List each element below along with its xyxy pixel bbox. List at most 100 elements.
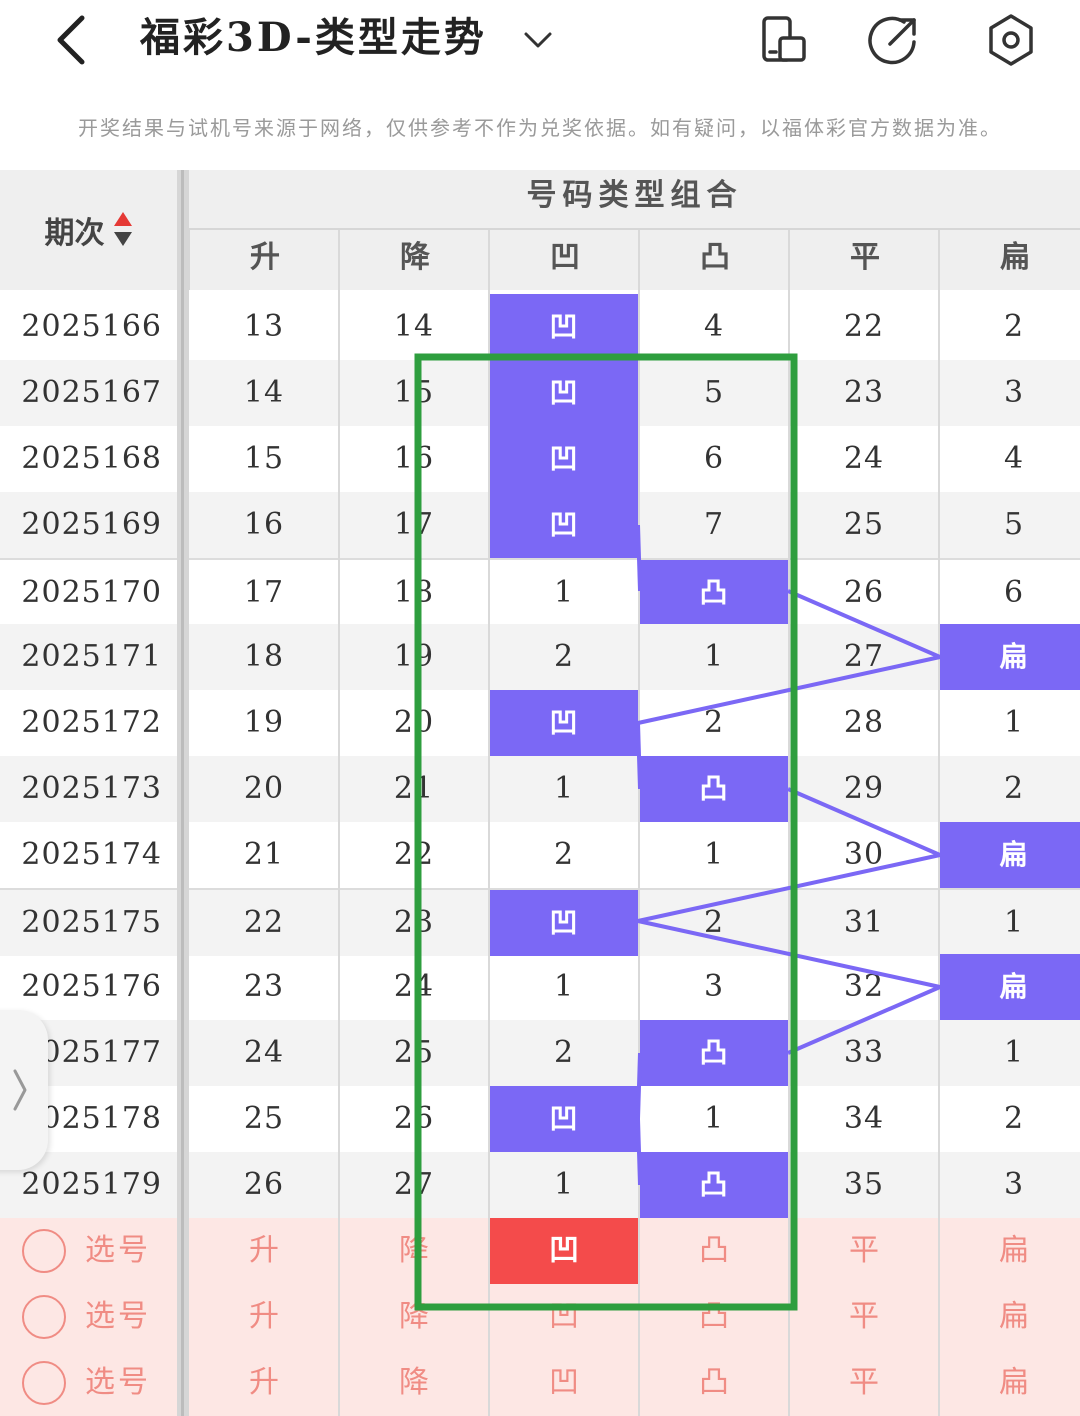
value-cell: 28 (843, 705, 885, 740)
select-option[interactable]: 凸 (640, 1284, 788, 1350)
select-option[interactable]: 扁 (940, 1350, 1080, 1416)
select-option[interactable]: 升 (190, 1218, 338, 1284)
highlighted-cell: 凹 (490, 890, 638, 956)
table-row: 2025172 19 20 凹 2 28 1 (0, 690, 1080, 756)
back-arrow-icon[interactable] (50, 12, 94, 68)
value-cell: 31 (843, 905, 885, 940)
column-header: 降 (338, 230, 490, 290)
table-row: 2025167 14 15 凹 5 23 3 (0, 360, 1080, 426)
select-option[interactable]: 凸 (640, 1350, 788, 1416)
value-cell: 1 (1003, 905, 1025, 940)
select-radio[interactable] (22, 1361, 66, 1405)
select-option[interactable]: 平 (790, 1350, 938, 1416)
select-option[interactable]: 降 (340, 1284, 488, 1350)
value-cell: 7 (703, 507, 725, 542)
select-option[interactable]: 凸 (640, 1218, 788, 1284)
value-cell: 6 (1003, 575, 1025, 610)
value-cell: 18 (243, 639, 285, 674)
value-cell: 3 (703, 969, 725, 1004)
select-option[interactable]: 降 (340, 1350, 488, 1416)
value-cell: 24 (243, 1035, 285, 1070)
period-cell: 2025167 (21, 375, 162, 410)
value-cell: 2 (553, 1035, 575, 1070)
chevron-down-icon[interactable] (520, 22, 556, 58)
value-cell: 35 (843, 1167, 885, 1202)
top-bar: 福彩3D-类型走势 (0, 0, 1080, 90)
select-option[interactable]: 平 (790, 1218, 938, 1284)
value-cell: 34 (843, 1101, 885, 1136)
value-cell: 21 (243, 837, 285, 872)
value-cell: 6 (703, 441, 725, 476)
value-cell: 1 (703, 837, 725, 872)
period-column-header[interactable]: 期次 (0, 170, 177, 290)
highlighted-cell: 凹 (490, 360, 638, 426)
select-option[interactable]: 凹 (490, 1284, 638, 1350)
value-cell: 2 (553, 837, 575, 872)
grid-line (638, 230, 640, 1416)
value-cell: 1 (703, 1101, 725, 1136)
value-cell: 2 (703, 705, 725, 740)
highlighted-cell: 凸 (640, 560, 788, 626)
select-radio[interactable] (22, 1229, 66, 1273)
value-cell: 24 (843, 441, 885, 476)
value-cell: 32 (843, 969, 885, 1004)
select-radio[interactable] (22, 1295, 66, 1339)
value-cell: 3 (1003, 375, 1025, 410)
share-icon[interactable] (866, 12, 922, 68)
settings-icon[interactable] (983, 12, 1039, 68)
value-cell: 5 (703, 375, 725, 410)
value-cell: 1 (553, 1167, 575, 1202)
table-row: 2025166 13 14 凹 4 22 2 (0, 294, 1080, 360)
table-row: 2025174 21 22 2 1 30 扁 (0, 822, 1080, 888)
value-cell: 22 (843, 309, 885, 344)
disclaimer-text: 开奖结果与试机号来源于网络，仅供参考不作为兑奖依据。如有疑问，以福体彩官方数据为… (78, 116, 1002, 140)
select-option[interactable]: 升 (190, 1284, 338, 1350)
period-cell: 2025171 (21, 639, 162, 674)
value-cell: 2 (1003, 771, 1025, 806)
table-row: 2025169 16 17 凹 7 25 5 (0, 492, 1080, 558)
highlighted-cell: 凸 (640, 1152, 788, 1218)
value-cell: 18 (393, 575, 435, 610)
select-option[interactable]: 升 (190, 1350, 338, 1416)
select-label[interactable]: 选号 (85, 1284, 151, 1350)
value-cell: 19 (243, 705, 285, 740)
value-cell: 17 (243, 575, 285, 610)
split-screen-icon[interactable] (756, 12, 812, 68)
selected-option[interactable]: 凹 (490, 1218, 638, 1284)
value-cell: 33 (843, 1035, 885, 1070)
value-cell: 2 (1003, 309, 1025, 344)
period-cell: 2025173 (21, 771, 162, 806)
highlighted-cell: 凹 (490, 1086, 638, 1152)
sort-icon[interactable] (113, 212, 133, 248)
highlighted-cell: 扁 (940, 822, 1080, 888)
value-cell: 1 (1003, 1035, 1025, 1070)
select-option[interactable]: 降 (340, 1218, 488, 1284)
value-cell: 5 (1003, 507, 1025, 542)
highlighted-cell: 凹 (490, 426, 638, 492)
select-option[interactable]: 扁 (940, 1218, 1080, 1284)
period-cell: 2025169 (21, 507, 162, 542)
select-option[interactable]: 扁 (940, 1284, 1080, 1350)
select-label[interactable]: 选号 (85, 1350, 151, 1416)
selection-row: 选号升降凹凸平扁 (0, 1218, 1080, 1284)
grid-line (938, 230, 940, 1416)
value-cell: 15 (393, 375, 435, 410)
grid-line (338, 230, 340, 1416)
value-cell: 16 (243, 507, 285, 542)
value-cell: 2 (1003, 1101, 1025, 1136)
value-cell: 13 (243, 309, 285, 344)
select-option[interactable]: 平 (790, 1284, 938, 1350)
value-cell: 24 (393, 969, 435, 1004)
value-cell: 1 (553, 575, 575, 610)
table-row: 2025173 20 21 1 凸 29 2 (0, 756, 1080, 822)
side-expand-tab[interactable] (0, 1010, 48, 1170)
select-label[interactable]: 选号 (85, 1218, 151, 1284)
period-cell: 2025172 (21, 705, 162, 740)
value-cell: 1 (703, 639, 725, 674)
chevron-right-icon (13, 1069, 27, 1111)
select-option[interactable]: 凹 (490, 1350, 638, 1416)
column-header: 凹 (488, 230, 640, 290)
value-cell: 17 (393, 507, 435, 542)
column-header: 凸 (638, 230, 790, 290)
highlighted-cell: 扁 (940, 954, 1080, 1020)
